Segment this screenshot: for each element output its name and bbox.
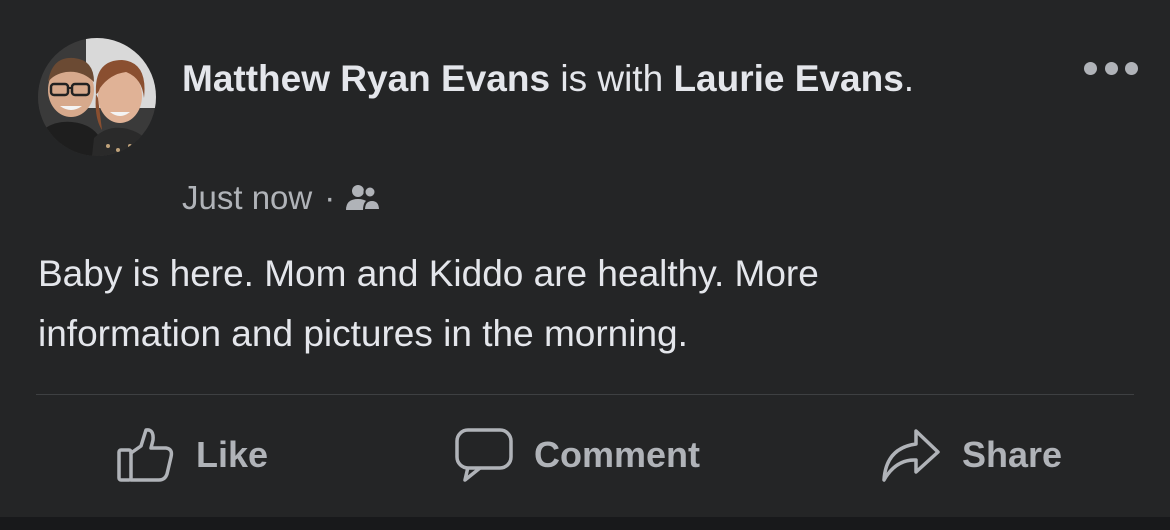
comment-icon [454, 426, 514, 484]
share-label: Share [962, 434, 1063, 475]
meta-separator: · [324, 179, 336, 216]
post-card: Matthew Ryan Evans is with Laurie Evans.… [0, 0, 1170, 517]
post-header: Matthew Ryan Evans is with Laurie Evans. [182, 52, 1002, 106]
post-meta: Just now · [182, 176, 382, 220]
post-body-line: information and pictures in the morning. [38, 313, 688, 354]
tagged-person-name[interactable]: Laurie Evans [673, 58, 903, 99]
like-button[interactable]: Like [116, 422, 268, 488]
friends-icon[interactable] [345, 184, 382, 212]
with-text: is with [560, 58, 664, 99]
author-name[interactable]: Matthew Ryan Evans [182, 58, 550, 99]
comment-button[interactable]: Comment [454, 422, 700, 488]
post-body: Baby is here. Mom and Kiddo are healthy.… [38, 244, 1088, 364]
share-arrow-icon [880, 426, 942, 484]
divider [36, 394, 1134, 395]
header-period: . [903, 58, 915, 99]
comment-label: Comment [534, 434, 701, 475]
thumbs-up-icon [116, 426, 176, 484]
avatar[interactable] [38, 38, 156, 156]
share-button[interactable]: Share [880, 422, 1062, 488]
post-timestamp[interactable]: Just now [182, 179, 312, 217]
more-options-icon[interactable] [1084, 56, 1138, 80]
like-label: Like [196, 434, 269, 475]
bottom-strip [0, 517, 1170, 530]
avatar-photo [38, 38, 156, 156]
post-body-line: Baby is here. Mom and Kiddo are healthy.… [38, 253, 819, 294]
